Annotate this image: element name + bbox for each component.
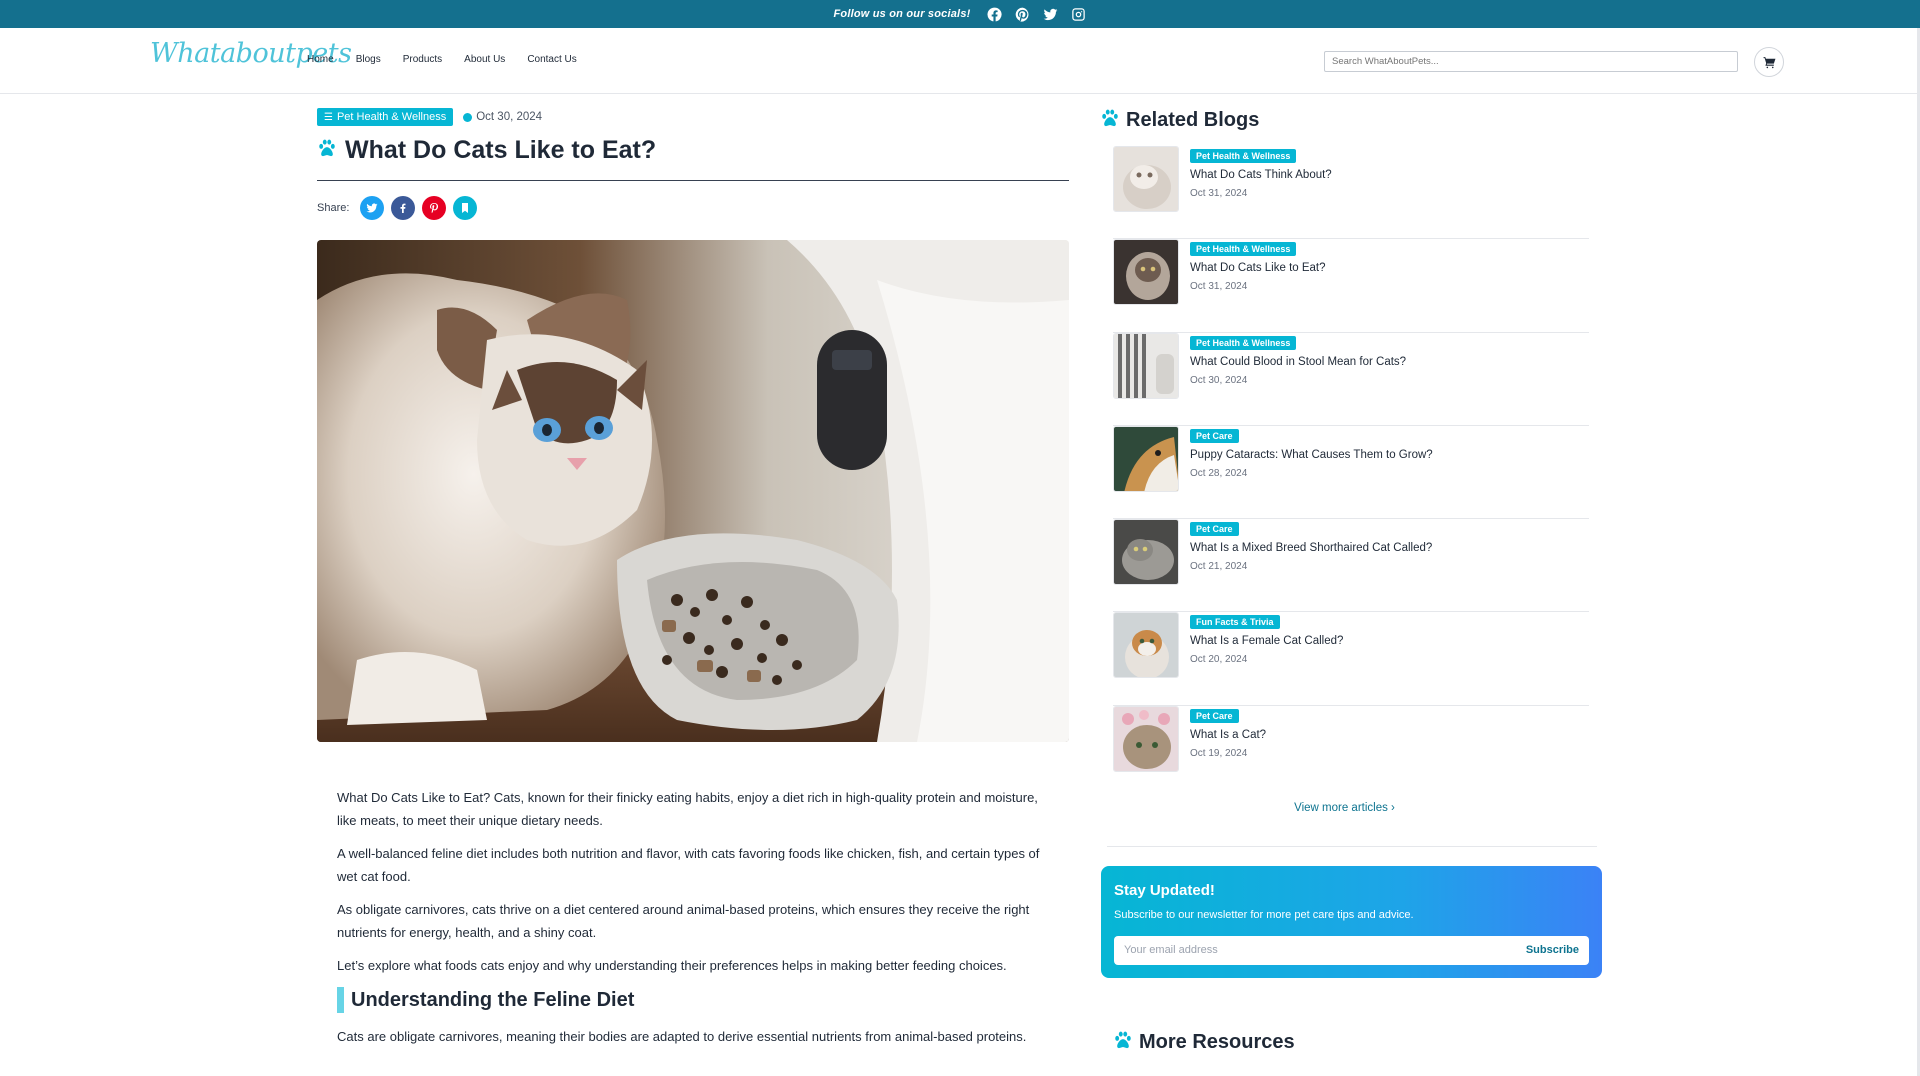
related-category-badge[interactable]: Pet Care	[1190, 428, 1239, 443]
twitter-icon[interactable]	[1043, 6, 1059, 22]
newsletter-title: Stay Updated!	[1114, 882, 1215, 899]
related-title[interactable]: What Is a Mixed Breed Shorthaired Cat Ca…	[1190, 542, 1432, 554]
share-bar: Share:	[317, 196, 478, 220]
search-input[interactable]	[1324, 51, 1738, 72]
related-title[interactable]: What Do Cats Like to Eat?	[1190, 262, 1326, 274]
share-label: Share:	[317, 202, 350, 214]
bookmark-button[interactable]	[453, 196, 478, 220]
related-thumbnail[interactable]	[1113, 239, 1179, 306]
main-nav: Home Blogs Products About Us Contact Us	[307, 54, 599, 65]
hero-image-cat	[317, 240, 1069, 742]
view-more-articles-link[interactable]: View more articles ›	[1100, 802, 1589, 814]
related-blog-item[interactable]: Pet Care Puppy Cataracts: What Causes Th…	[1113, 425, 1589, 520]
related-thumbnail[interactable]	[1113, 146, 1179, 212]
related-thumbnail[interactable]	[1113, 705, 1179, 772]
facebook-icon	[400, 203, 406, 213]
paragraph: What Do Cats Like to Eat? Cats, known fo…	[337, 790, 1038, 828]
share-pinterest-button[interactable]	[422, 196, 447, 220]
related-date: Oct 30, 2024	[1190, 374, 1248, 386]
cat-eating-photo	[317, 240, 1069, 742]
related-blog-item[interactable]: Pet Care What Is a Cat? Oct 19, 2024	[1113, 705, 1589, 799]
related-thumbnail[interactable]	[1113, 332, 1179, 399]
paw-icon	[1113, 1030, 1133, 1055]
paw-icon	[1100, 108, 1120, 133]
article-body: What Do Cats Like to Eat? Cats, known fo…	[337, 786, 1057, 1058]
related-blogs-title: Related Blogs	[1126, 109, 1260, 131]
related-blogs-list: Pet Health & Wellness What Do Cats Think…	[1113, 146, 1589, 799]
more-resources-header: More Resources	[1113, 1030, 1295, 1055]
section-heading: Understanding the Feline Diet	[337, 987, 1057, 1013]
related-blog-item[interactable]: Fun Facts & Trivia What Is a Female Cat …	[1113, 612, 1589, 706]
nav-home[interactable]: Home	[307, 54, 334, 65]
site-header: Whataboutpets Home Blogs Products About …	[0, 28, 1920, 94]
facebook-icon[interactable]	[987, 6, 1003, 22]
category-badge[interactable]: ☰ Pet Health & Wellness	[317, 108, 454, 126]
share-facebook-button[interactable]	[391, 196, 416, 220]
related-category-badge[interactable]: Fun Facts & Trivia	[1190, 615, 1280, 630]
related-category-badge[interactable]: Pet Care	[1190, 708, 1239, 723]
related-thumbnail[interactable]	[1113, 612, 1179, 679]
related-date: Oct 31, 2024	[1190, 188, 1248, 199]
cart-button[interactable]	[1754, 47, 1784, 77]
related-title[interactable]: What Do Cats Think About?	[1190, 169, 1332, 181]
related-category-badge[interactable]: Pet Care	[1190, 522, 1239, 537]
category-label: Pet Health & Wellness	[336, 111, 447, 123]
related-thumbnail[interactable]	[1113, 519, 1179, 586]
related-date: Oct 20, 2024	[1190, 654, 1248, 666]
paragraph: A well-balanced feline diet includes bot…	[337, 846, 1040, 884]
related-blog-item[interactable]: Pet Health & Wellness What Do Cats Think…	[1113, 146, 1589, 240]
publish-date: Oct 30, 2024	[463, 111, 542, 123]
related-date: Oct 28, 2024	[1190, 467, 1248, 479]
related-thumbnail[interactable]	[1113, 425, 1179, 492]
divider	[1107, 846, 1597, 847]
related-title[interactable]: Puppy Cataracts: What Causes Them to Gro…	[1190, 449, 1433, 461]
article-meta: ☰ Pet Health & Wellness Oct 30, 2024	[317, 108, 542, 126]
paragraph: As obligate carnivores, cats thrive on a…	[337, 902, 1030, 940]
related-blogs-header: Related Blogs	[1100, 108, 1259, 133]
subscribe-button[interactable]: Subscribe	[1526, 944, 1579, 956]
nav-about-us[interactable]: About Us	[464, 54, 505, 65]
newsletter-form: Your email address Subscribe	[1114, 936, 1589, 965]
related-title[interactable]: What Is a Female Cat Called?	[1190, 635, 1343, 647]
related-blog-item[interactable]: Pet Health & Wellness What Could Blood i…	[1113, 332, 1589, 426]
related-date: Oct 31, 2024	[1190, 281, 1248, 293]
instagram-icon[interactable]	[1071, 6, 1087, 22]
more-resources-title: More Resources	[1139, 1031, 1295, 1053]
pinterest-icon[interactable]	[1015, 6, 1031, 22]
date-text: Oct 30, 2024	[476, 111, 543, 123]
paragraph: Cats are obligate carnivores, meaning th…	[337, 1029, 1027, 1044]
share-twitter-button[interactable]	[360, 196, 385, 220]
title-divider	[317, 180, 1069, 181]
related-blog-item[interactable]: Pet Health & Wellness What Do Cats Like …	[1113, 239, 1589, 333]
related-category-badge[interactable]: Pet Health & Wellness	[1190, 242, 1297, 257]
newsletter-subtitle: Subscribe to our newsletter for more pet…	[1114, 909, 1414, 921]
paragraph: Let’s explore what foods cats enjoy and …	[337, 958, 1007, 973]
newsletter-box: Stay Updated! Subscribe to our newslette…	[1101, 866, 1602, 978]
email-field[interactable]: Your email address	[1124, 944, 1218, 956]
related-date: Oct 21, 2024	[1190, 561, 1248, 573]
clock-icon	[463, 112, 473, 122]
nav-blogs[interactable]: Blogs	[356, 54, 381, 65]
bookmark-icon	[462, 203, 469, 213]
social-top-bar: Follow us on our socials!	[0, 0, 1920, 28]
nav-products[interactable]: Products	[403, 54, 442, 65]
pinterest-icon	[430, 203, 439, 214]
twitter-icon	[366, 203, 378, 213]
related-blog-item[interactable]: Pet Care What Is a Mixed Breed Shorthair…	[1113, 519, 1589, 613]
follow-us-text: Follow us on our socials!	[833, 8, 971, 20]
paw-icon	[317, 138, 337, 163]
page-title: What Do Cats Like to Eat?	[345, 136, 657, 164]
list-icon: ☰	[324, 111, 333, 123]
related-title[interactable]: What Could Blood in Stool Mean for Cats?	[1190, 356, 1406, 368]
related-category-badge[interactable]: Pet Health & Wellness	[1190, 335, 1297, 350]
related-date: Oct 19, 2024	[1190, 747, 1248, 759]
title-row: What Do Cats Like to Eat?	[317, 136, 656, 165]
cart-icon	[1763, 56, 1775, 68]
related-title[interactable]: What Is a Cat?	[1190, 729, 1266, 741]
nav-contact-us[interactable]: Contact Us	[527, 54, 576, 65]
related-category-badge[interactable]: Pet Health & Wellness	[1190, 149, 1297, 163]
